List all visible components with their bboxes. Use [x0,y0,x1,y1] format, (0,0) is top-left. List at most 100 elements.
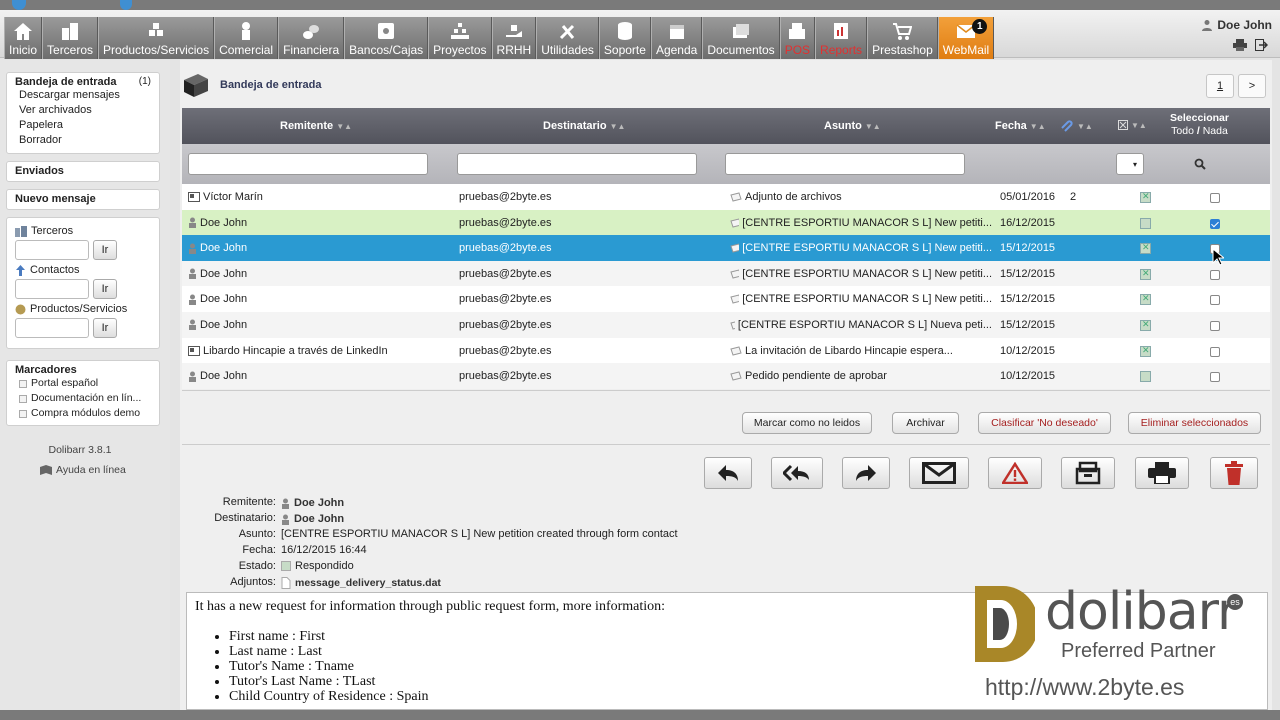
bookmark-item[interactable]: Portal español [15,376,151,391]
next-page-button[interactable]: > [1238,74,1266,98]
search-thirdparty-input[interactable] [15,240,89,260]
report-icon [831,21,851,41]
col-status-header[interactable]: ▼▲ [1118,120,1147,130]
row-select-checkbox[interactable] [1210,269,1220,280]
attachment-link[interactable]: message_delivery_status.dat [281,577,441,589]
row-date: 10/12/2015 [1000,344,1056,357]
col-date-header[interactable]: Fecha ▼▲ [995,120,1046,132]
search-contact-button[interactable]: Ir [93,279,117,299]
row-sender: Doe John [188,268,448,280]
menu-documentos[interactable]: Documentos [702,17,780,59]
menu-proyectos[interactable]: Proyectos [428,17,492,59]
database-icon [615,21,635,41]
row-select-checkbox[interactable] [1210,193,1220,203]
pagination: 1 > [1206,74,1266,98]
menu-soporte[interactable]: Soporte [598,17,651,59]
filter-sender-input[interactable] [188,153,428,175]
menu-webmail[interactable]: WebMail 1 [937,17,995,59]
filter-subject-input[interactable] [725,153,965,175]
print-button[interactable] [1135,457,1189,489]
new-message-link[interactable]: Nuevo mensaje [15,193,96,205]
col-recipient-header[interactable]: Destinatario ▼▲ [543,120,625,132]
chevron-down-icon: ▾ [1133,160,1138,169]
search-contact-input[interactable] [15,279,89,299]
select-all-link[interactable]: Todo [1171,125,1194,137]
row-select-checkbox[interactable] [1210,346,1220,357]
menu-prestashop[interactable]: Prestashop [867,17,938,59]
bookmark-item[interactable]: Compra módulos demo [15,406,151,421]
delete-selected-button[interactable]: Eliminar seleccionados [1128,412,1261,434]
book-icon [40,465,52,475]
row-select-checkbox[interactable] [1210,372,1220,383]
menu-pos[interactable]: POS [779,17,816,59]
bookmark-item[interactable]: Documentación en lín... [15,391,151,406]
forward-button[interactable] [842,457,890,489]
mark-unread-button[interactable]: Marcar como no leidos [742,412,872,434]
table-row[interactable]: Doe John pruebas@2byte.es [CENTRE ESPORTIU… [182,311,1270,338]
archived-link[interactable]: Ver archivados [15,103,151,118]
filter-recipient-input[interactable] [457,153,697,175]
menu-reports[interactable]: Reports [815,17,868,59]
table-row[interactable]: Doe John pruebas@2byte.es [CENTRE ESPORTIU… [182,286,1270,312]
mark-spam-button[interactable]: Clasificar 'No deseado' [978,412,1111,434]
help-link[interactable]: Ayuda en línea [40,464,126,476]
left-sidebar: Bandeja de entrada (1) Descargar mensajes… [0,60,170,710]
table-row[interactable]: Víctor Marín pruebas@2byte.es Adjunto de a… [182,184,1270,210]
user-menu[interactable]: Doe John [1201,18,1272,32]
delete-button[interactable] [1210,457,1258,489]
select-none-link[interactable]: Nada [1203,125,1228,137]
search-product-input[interactable] [15,318,89,338]
window-top-strip [0,0,1280,10]
row-select-checkbox[interactable] [1210,218,1220,229]
col-sender-header[interactable]: Remitente ▼▲ [280,120,352,132]
col-subject-header[interactable]: Asunto ▼▲ [824,120,881,132]
report-spam-button[interactable] [988,457,1042,489]
page-number-button[interactable]: 1 [1206,74,1234,98]
search-thirdparty-button[interactable]: Ir [93,240,117,260]
filter-status-select[interactable]: ▾ [1116,153,1144,175]
search-product-button[interactable]: Ir [93,318,117,338]
table-row[interactable]: Doe John pruebas@2byte.es [CENTRE ESPORTIU… [182,209,1270,236]
archive-button[interactable]: Archivar [892,412,959,434]
row-select-checkbox[interactable] [1210,320,1220,331]
menu-rrhh[interactable]: RRHH [491,17,537,59]
menu-productos-servicios[interactable]: Productos/Servicios [98,17,215,59]
table-row[interactable]: Doe John pruebas@2byte.es [CENTRE ESPORTIU… [182,235,1270,261]
search-icon[interactable] [1194,158,1206,170]
table-row[interactable]: Libardo Hincapie a través de LinkedIn pru… [182,337,1270,364]
archive-mail-button[interactable] [1061,457,1115,489]
menu-terceros[interactable]: Terceros [42,17,99,59]
user-icon [189,217,196,229]
menu-inicio[interactable]: Inicio [4,17,43,59]
inbox-link[interactable]: Bandeja de entrada [15,76,116,88]
row-sender: Doe John [188,293,448,305]
sent-link[interactable]: Enviados [15,165,64,177]
menu-comercial[interactable]: Comercial [214,17,279,59]
menu-bancos-cajas[interactable]: Bancos/Cajas [344,17,429,59]
pyramid-icon [450,21,470,41]
sort-icon: ▼▲ [1029,121,1046,131]
menu-financiera[interactable]: Financiera [278,17,345,59]
table-row[interactable]: Doe John pruebas@2byte.es Pedido pendiente… [182,363,1270,389]
row-date: 15/12/2015 [1000,242,1056,255]
print-icon[interactable] [1233,39,1247,51]
envelope-icon [922,462,956,484]
row-subject: [CENTRE ESPORTIU MANACOR S L] New petiti… [730,293,992,305]
row-status-icon [1140,293,1151,306]
detail-date-label: Fecha: [242,544,276,556]
menu-label: Soporte [603,43,646,57]
new-mail-button[interactable] [909,457,969,489]
menu-agenda[interactable]: Agenda [650,17,703,59]
reply-button[interactable] [704,457,752,489]
forward-icon [856,465,876,481]
table-row[interactable]: Doe John pruebas@2byte.es [CENTRE ESPORTIU… [182,260,1270,287]
trash-link[interactable]: Papelera [15,118,151,133]
col-attachment-header[interactable]: ▼▲ [1060,120,1093,132]
download-messages-link[interactable]: Descargar mensajes [15,88,151,103]
reply-all-button[interactable] [771,457,823,489]
row-select-checkbox[interactable] [1210,295,1220,306]
logout-icon[interactable] [1255,39,1268,51]
draft-link[interactable]: Borrador [15,133,151,148]
filter-row: ▾ [182,144,1270,184]
menu-utilidades[interactable]: Utilidades [536,17,599,59]
